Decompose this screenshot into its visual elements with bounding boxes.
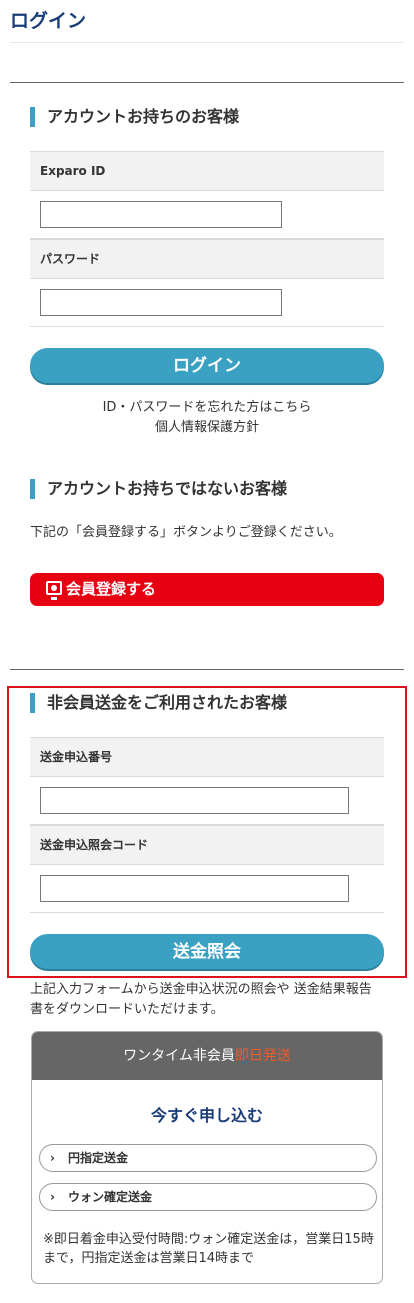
inquiry-code-input[interactable] xyxy=(40,875,349,902)
guest-transfer-heading: 非会員送金をご利用されたお客様 xyxy=(30,693,287,713)
section-divider xyxy=(10,82,404,83)
option-yen-transfer[interactable]: › 円指定送金 xyxy=(39,1144,377,1172)
option-won-transfer[interactable]: › ウォン確定送金 xyxy=(39,1183,377,1211)
forgot-password-link[interactable]: ID・パスワードを忘れた方はこちら xyxy=(30,396,384,415)
option-label: ウォン確定送金 xyxy=(68,1190,153,1204)
transfer-number-input[interactable] xyxy=(40,787,349,814)
password-label: パスワード xyxy=(30,239,384,279)
onetime-header-accent: 即日発送 xyxy=(234,1048,291,1064)
exparo-id-row xyxy=(30,191,384,239)
section-divider xyxy=(10,669,404,670)
reception-hours-note: ※即日着金申込受付時間:ウォン確定送金は，営業日15時まで，円指定送金は営業日1… xyxy=(43,1232,374,1266)
nonmembers-heading: アカウントお持ちではないお客様 xyxy=(30,479,287,499)
option-label: 円指定送金 xyxy=(68,1151,129,1165)
page-title: ログイン xyxy=(10,10,87,32)
password-input[interactable] xyxy=(40,289,282,316)
inquiry-code-label: 送金申込照会コード xyxy=(30,825,384,865)
transfer-number-row xyxy=(30,777,384,825)
guest-transfer-description: 上記入力フォームから送金申込状況の照会や 送金結果報告書をダウンロードいただけま… xyxy=(30,982,372,1017)
title-divider xyxy=(10,42,404,43)
register-button[interactable]: 会員登録する xyxy=(30,573,384,606)
transfer-number-label: 送金申込番号 xyxy=(30,737,384,777)
privacy-policy-link[interactable]: 個人情報保護方針 xyxy=(30,416,384,435)
chevron-right-icon: › xyxy=(50,1151,55,1165)
apply-title: 今すぐ申し込む xyxy=(150,1106,263,1125)
exparo-id-label: Exparo ID xyxy=(30,151,384,191)
onetime-box: ワンタイム非会員即日発送 今すぐ申し込む › 円指定送金 › ウォン確定送金 ※… xyxy=(31,1031,383,1284)
register-button-label: 会員登録する xyxy=(66,580,157,598)
password-row xyxy=(30,279,384,327)
onetime-header-label: ワンタイム非会員 xyxy=(123,1048,235,1064)
chevron-right-icon: › xyxy=(50,1190,55,1204)
register-icon xyxy=(46,581,62,600)
exparo-id-input[interactable] xyxy=(40,201,282,228)
members-heading: アカウントお持ちのお客様 xyxy=(30,107,239,127)
inquiry-code-row xyxy=(30,865,384,913)
login-button[interactable]: ログイン xyxy=(30,348,384,383)
nonmembers-description: 下記の「会員登録する」ボタンよりご登録ください。 xyxy=(30,525,342,540)
onetime-header: ワンタイム非会員即日発送 xyxy=(32,1032,382,1080)
transfer-inquiry-button[interactable]: 送金照会 xyxy=(30,934,384,969)
